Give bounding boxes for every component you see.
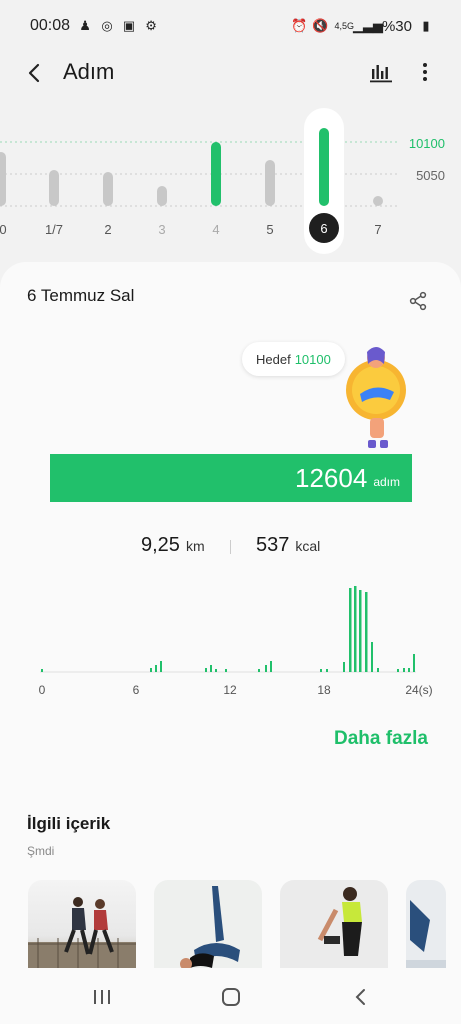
alarm-icon: ⏰: [291, 18, 308, 33]
system-nav-bar: [0, 968, 461, 1024]
day-detail-card: 6 Temmuz Sal Hedef 10100 12604 adım 9,25…: [0, 262, 461, 1024]
instagram-icon: ◎: [101, 18, 113, 33]
day-label-7[interactable]: 7: [374, 222, 381, 237]
calories-value: 537: [256, 534, 290, 556]
day-label-0[interactable]: 0: [0, 222, 7, 237]
day-label-2[interactable]: 2: [104, 222, 111, 237]
hourly-bars: [41, 586, 415, 672]
more-vert-icon: [423, 63, 427, 81]
related-content-carousel[interactable]: [28, 880, 461, 972]
metric-divider: [230, 540, 231, 554]
weekly-steps-chart: 0 1/7 2 3 4 5 6 7 10100 5050: [0, 100, 461, 260]
share-icon: [409, 291, 427, 311]
goal-line-label: 10100: [408, 136, 445, 151]
weekly-chart-svg: 0 1/7 2 3 4 5 6 7: [0, 108, 400, 254]
bar-chart-icon: [370, 65, 392, 83]
battery-level: %30: [381, 17, 412, 35]
goal-value: 10100: [294, 351, 331, 367]
day-label-3[interactable]: 3: [158, 222, 165, 237]
page-title: Adım: [63, 59, 115, 84]
selected-date: 6 Temmuz Sal: [27, 286, 135, 305]
day-bar-4[interactable]: [211, 142, 221, 206]
calories-metric: 537 kcal: [256, 534, 320, 557]
goal-bubble: Hedef 10100: [242, 342, 345, 376]
distance-unit: km: [185, 538, 205, 554]
hour-tick-18: 18: [317, 683, 331, 697]
network-type: 4,5G: [334, 21, 354, 31]
nav-back-icon: [355, 989, 365, 1005]
day-label-1[interactable]: 1/7: [45, 222, 63, 237]
hour-tick-6: 6: [133, 683, 140, 697]
metrics-row: 9,25 km 537 kcal: [0, 534, 461, 560]
half-goal-line-label: 5050: [416, 168, 445, 183]
status-time: 00:08: [30, 17, 71, 34]
content-thumbnail-yoga[interactable]: [154, 880, 262, 972]
workout-image-icon: [406, 900, 446, 972]
day-bar-6[interactable]: [319, 128, 329, 206]
more-details-link[interactable]: Daha fazla: [334, 728, 428, 750]
app-bar: Adım: [0, 52, 461, 94]
day-bar-7[interactable]: [373, 196, 383, 206]
day-bar-5[interactable]: [265, 160, 275, 206]
day-label-6[interactable]: 6: [320, 221, 327, 236]
content-thumbnail-stretch[interactable]: [280, 880, 388, 972]
home-icon: [222, 988, 240, 1006]
app-icon: ▣: [122, 18, 136, 33]
settings-icon: ⚙: [145, 18, 157, 33]
chart-view-button[interactable]: [366, 57, 396, 87]
achievement-mascot-icon: [346, 347, 406, 448]
related-content-subtitle: Şmdi: [27, 844, 55, 858]
share-button[interactable]: [405, 288, 431, 314]
back-button[interactable]: [18, 56, 52, 90]
goal-prefix: Hedef: [256, 351, 291, 367]
recents-icon: [94, 990, 110, 1004]
hourly-chart-svg: 0 6 12 18 24(s): [39, 586, 433, 697]
signal-icon: ▁▃▅: [352, 18, 383, 33]
home-button[interactable]: [216, 982, 246, 1012]
recents-button[interactable]: [87, 982, 117, 1012]
content-thumbnail-partial[interactable]: [406, 880, 446, 972]
mute-icon: 🔇: [312, 18, 329, 33]
back-arrow-icon: [28, 63, 40, 83]
day-bar-0[interactable]: [0, 152, 6, 206]
distance-value: 9,25: [141, 534, 180, 556]
runners-image-icon: [28, 897, 136, 972]
hour-tick-24: 24(s): [405, 683, 432, 697]
hour-tick-0: 0: [39, 683, 46, 697]
steps-count: 12604: [295, 462, 368, 493]
nav-back-button[interactable]: [346, 982, 376, 1012]
day-label-5[interactable]: 5: [266, 222, 273, 237]
content-thumbnail-running[interactable]: [28, 880, 136, 972]
more-options-button[interactable]: [410, 57, 440, 87]
yoga-image-icon: [180, 886, 240, 970]
day-bar-1[interactable]: [49, 170, 59, 206]
calories-unit: kcal: [295, 538, 321, 554]
steps-progress-bar: 12604 adım: [50, 454, 412, 502]
related-content-title: İlgili içerik: [27, 814, 111, 833]
day-bar-2[interactable]: [103, 172, 113, 206]
battery-icon: ▮: [422, 18, 430, 33]
distance-metric: 9,25 km: [141, 534, 205, 557]
steps-unit: adım: [373, 475, 400, 489]
stretching-image-icon: [317, 887, 362, 956]
notification-icon: ♟: [79, 18, 91, 33]
hour-tick-12: 12: [223, 683, 237, 697]
day-bar-3[interactable]: [157, 186, 167, 206]
status-bar: 00:08 ♟ ◎ ▣ ⚙ ⏰ 🔇 4,5G ▁▃▅ %30 ▮: [0, 0, 461, 52]
day-label-4[interactable]: 4: [212, 222, 219, 237]
hourly-steps-chart: 0 6 12 18 24(s): [0, 572, 461, 702]
